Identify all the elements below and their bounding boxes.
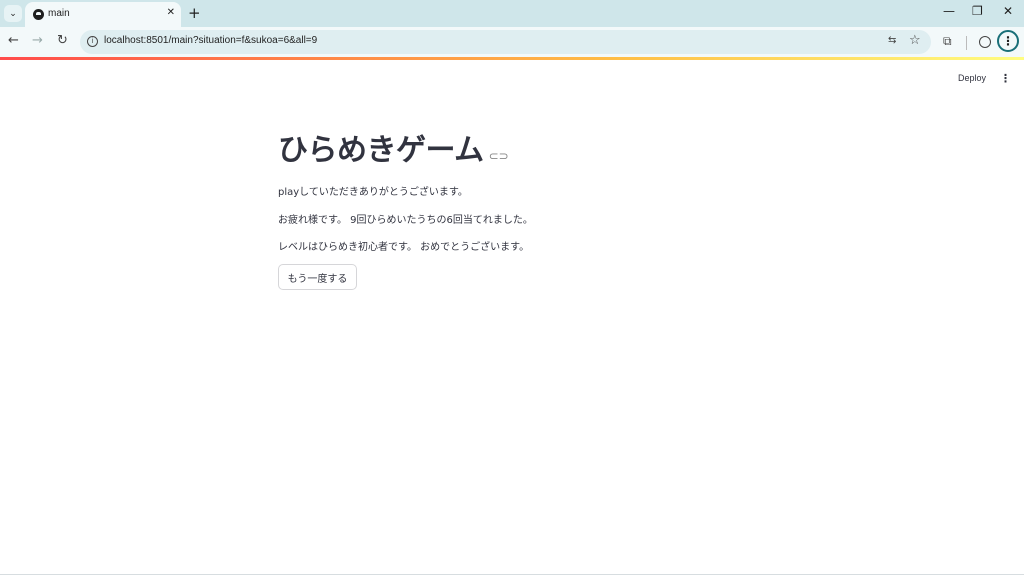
site-info-icon[interactable]: i <box>87 36 98 47</box>
tab-title: main <box>48 8 70 19</box>
tab-close-icon[interactable]: ✕ <box>167 7 175 18</box>
minimize-button[interactable]: — <box>943 4 955 18</box>
more-vertical-icon: ⋮ <box>1002 34 1014 48</box>
score-message: お疲れ様です。 9回ひらめいたうちの6回当てれました。 <box>278 215 533 226</box>
main-content: ひらめきゲーム ⊂⊃ playしていただきありがとうございます。 お疲れ様です。 … <box>278 130 758 290</box>
link-icon[interactable]: ⊂⊃ <box>489 149 509 163</box>
window-close-button[interactable]: ✕ <box>1003 4 1013 18</box>
toolbar-divider <box>966 36 967 50</box>
browser-toolbar: ← → ↻ i localhost:8501/main?situation=f&… <box>0 27 1024 57</box>
tab-search-dropdown[interactable]: ⌄ <box>4 5 22 22</box>
back-arrow-icon[interactable]: ← <box>8 33 19 48</box>
address-bar[interactable]: i localhost:8501/main?situation=f&sukoa=… <box>80 30 931 54</box>
streamlit-favicon-icon <box>33 9 44 20</box>
page-title: ひらめきゲーム <box>278 133 484 168</box>
title-row: ひらめきゲーム ⊂⊃ <box>278 130 758 172</box>
profile-icon[interactable] <box>979 36 991 48</box>
translate-icon[interactable]: ⇆ <box>888 35 896 46</box>
bottom-border <box>0 574 1024 575</box>
extensions-puzzle-icon[interactable]: ⧉ <box>943 34 952 49</box>
new-tab-button[interactable]: + <box>188 5 201 21</box>
reload-icon[interactable]: ↻ <box>57 33 68 48</box>
app-menu-icon[interactable]: ⋮ <box>1000 72 1011 85</box>
restore-button[interactable]: ❐ <box>972 4 983 18</box>
browser-tab[interactable]: main ✕ <box>25 2 181 27</box>
thanks-message: playしていただきありがとうございます。 <box>278 187 468 198</box>
level-message: レベルはひらめき初心者です。 おめでとうございます。 <box>278 242 530 253</box>
deploy-button[interactable]: Deploy <box>958 73 986 83</box>
browser-menu-button[interactable]: ⋮ <box>997 30 1019 52</box>
forward-arrow-icon[interactable]: → <box>32 33 43 48</box>
url-text[interactable]: localhost:8501/main?situation=f&sukoa=6&… <box>104 35 317 46</box>
bookmark-star-icon[interactable]: ☆ <box>909 33 921 48</box>
chevron-down-icon: ⌄ <box>9 8 17 19</box>
retry-button[interactable]: もう一度する <box>278 264 357 290</box>
browser-tab-strip: ⌄ main ✕ + — ❐ ✕ <box>0 0 1024 27</box>
header-decoration-bar <box>0 57 1024 60</box>
